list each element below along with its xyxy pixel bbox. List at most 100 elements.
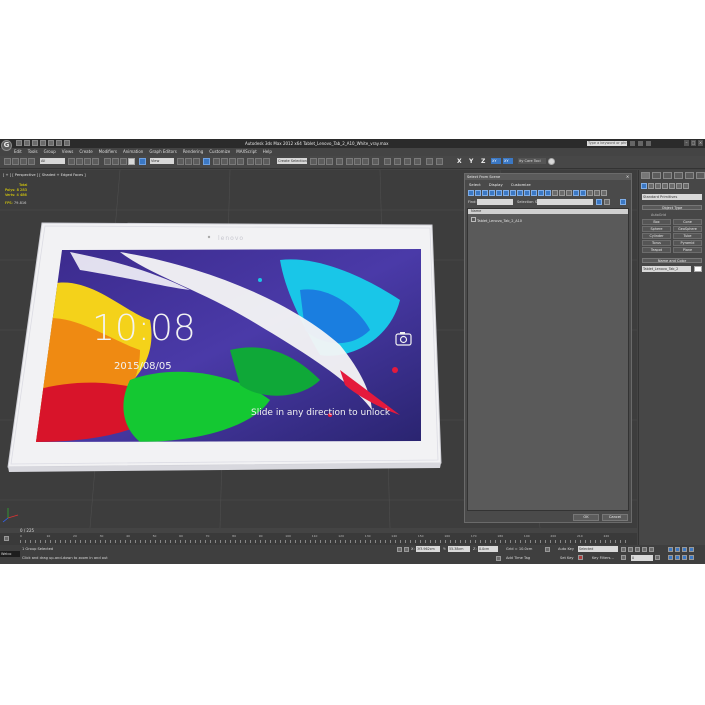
key-filter-dropdown[interactable]: Selected <box>578 546 618 552</box>
save-file-icon[interactable] <box>32 140 38 146</box>
menu-item-create[interactable]: Create <box>79 149 92 154</box>
menu-item-tools[interactable]: Tools <box>28 149 38 154</box>
hierarchy-tab-icon[interactable] <box>663 172 672 179</box>
display-all-icon[interactable] <box>552 190 558 196</box>
systems-icon[interactable] <box>683 183 689 189</box>
display-none-icon[interactable] <box>559 190 565 196</box>
display-xrefs-icon[interactable] <box>517 190 523 196</box>
select-object-icon[interactable] <box>68 158 75 165</box>
dialog-menu-display[interactable]: Display <box>489 182 503 187</box>
vray-frame-buffer-icon[interactable] <box>426 158 433 165</box>
maxscript-listener[interactable]: Welco <box>0 551 20 557</box>
space-warps-icon[interactable] <box>676 183 682 189</box>
key-icon[interactable] <box>578 555 583 560</box>
effects-icon[interactable] <box>404 158 411 165</box>
field-of-view-icon[interactable] <box>668 555 673 560</box>
window-crossing-icon[interactable] <box>92 158 99 165</box>
filter-icon[interactable] <box>601 190 607 196</box>
torus-button[interactable]: Torus <box>642 240 671 246</box>
create-tab-icon[interactable] <box>641 172 650 179</box>
rotate-icon[interactable] <box>112 158 119 165</box>
render-teapot-icon[interactable] <box>548 158 555 165</box>
curve-editor-icon[interactable] <box>318 158 325 165</box>
cancel-button[interactable]: Cancel <box>602 514 628 521</box>
sync-selection-icon[interactable] <box>573 190 579 196</box>
binoculars-icon[interactable] <box>630 141 635 146</box>
render-iterative-icon[interactable] <box>372 158 379 165</box>
autogrid-checkbox[interactable]: AutoGrid <box>651 213 666 217</box>
menu-item-customize[interactable]: Customize <box>209 149 230 154</box>
render-production-icon[interactable] <box>362 158 369 165</box>
scale-icon[interactable] <box>120 158 127 165</box>
z-coordinate-field[interactable]: 0.0cm <box>478 546 498 552</box>
zoom-icon[interactable] <box>668 547 673 552</box>
geosphere-button[interactable]: GeoSphere <box>673 226 702 232</box>
curve-tool-label[interactable]: ity Care Tool <box>518 158 546 164</box>
rendered-frame-window-icon[interactable] <box>354 158 361 165</box>
menu-item-edit[interactable]: Edit <box>14 149 22 154</box>
menu-item-animation[interactable]: Animation <box>123 149 143 154</box>
render-setup-icon[interactable] <box>346 158 353 165</box>
select-influences-icon[interactable] <box>594 190 600 196</box>
set-key-button[interactable]: Set Key <box>560 556 574 560</box>
select-children-icon[interactable] <box>580 190 586 196</box>
spinner-snap-icon[interactable] <box>229 158 236 165</box>
timeline[interactable]: 0 10 20 30 40 50 60 70 80 90 100 110 120 130 140 150 160… <box>0 533 637 545</box>
display-helpers-icon[interactable] <box>496 190 502 196</box>
reference-coordinate-dropdown[interactable]: View <box>150 158 174 164</box>
select-dependents-icon[interactable] <box>587 190 593 196</box>
orbit-icon[interactable] <box>682 555 687 560</box>
maximize-viewport-icon[interactable] <box>689 555 694 560</box>
material-editor-icon[interactable] <box>336 158 343 165</box>
display-groups-icon[interactable] <box>510 190 516 196</box>
name-and-color-rollout[interactable]: Name and Color <box>642 258 702 263</box>
display-hidden-icon[interactable] <box>545 190 551 196</box>
display-containers-icon[interactable] <box>531 190 537 196</box>
menu-item-graph-editors[interactable]: Graph Editors <box>149 149 176 154</box>
bind-space-warp-icon[interactable] <box>20 158 27 165</box>
pyramid-button[interactable]: Pyramid <box>673 240 702 246</box>
undo-icon[interactable] <box>40 140 46 146</box>
add-time-tag-button[interactable]: Add Time Tag <box>506 556 530 560</box>
display-cameras-icon[interactable] <box>489 190 495 196</box>
motion-tab-icon[interactable] <box>674 172 683 179</box>
display-frozen-icon[interactable] <box>538 190 544 196</box>
dialog-close-icon[interactable]: × <box>625 174 630 179</box>
hold-icon[interactable] <box>56 140 62 146</box>
selection-filter-dropdown[interactable]: All <box>40 158 65 164</box>
region-select-icon[interactable] <box>84 158 91 165</box>
minimize-icon[interactable]: – <box>684 140 689 146</box>
fetch-icon[interactable] <box>64 140 70 146</box>
plane-button[interactable]: Plane <box>673 247 702 253</box>
star-icon[interactable] <box>638 141 643 146</box>
menu-item-views[interactable]: Views <box>62 149 74 154</box>
move-icon[interactable] <box>104 158 111 165</box>
goto-start-icon[interactable] <box>621 547 626 552</box>
time-configuration-icon[interactable] <box>655 555 660 560</box>
graphite-tools-icon[interactable] <box>310 158 317 165</box>
lights-icon[interactable] <box>655 183 661 189</box>
time-tag-icon[interactable] <box>496 556 501 561</box>
display-shapes-icon[interactable] <box>475 190 481 196</box>
display-space-warps-icon[interactable] <box>503 190 509 196</box>
selection-set-remove-icon[interactable] <box>604 199 610 205</box>
link-icon[interactable] <box>4 158 11 165</box>
help-icon[interactable] <box>646 141 651 146</box>
next-frame-icon[interactable] <box>642 547 647 552</box>
search-input[interactable]: Type a keyword or phrase <box>587 141 627 146</box>
cone-button[interactable]: Cone <box>673 219 702 225</box>
scene-object-list[interactable]: Name Tablet_Lenovo_Tab_2_A10 <box>467 208 629 511</box>
display-geometry-icon[interactable] <box>468 190 474 196</box>
edit-named-selection-icon[interactable] <box>237 158 244 165</box>
percent-snap-icon[interactable] <box>221 158 228 165</box>
previous-frame-icon[interactable] <box>628 547 633 552</box>
angle-snap-icon[interactable] <box>213 158 220 165</box>
menu-item-help[interactable]: Help <box>263 149 272 154</box>
unlink-icon[interactable] <box>12 158 19 165</box>
menu-item-maxscript[interactable]: MAXScript <box>236 149 257 154</box>
geometry-icon[interactable] <box>641 183 647 189</box>
snap-icon[interactable] <box>28 158 35 165</box>
axis-x-constraint[interactable]: X <box>457 158 462 165</box>
named-selection-dropdown[interactable]: Create Selection <box>277 158 307 164</box>
maximize-icon[interactable]: □ <box>691 140 696 146</box>
